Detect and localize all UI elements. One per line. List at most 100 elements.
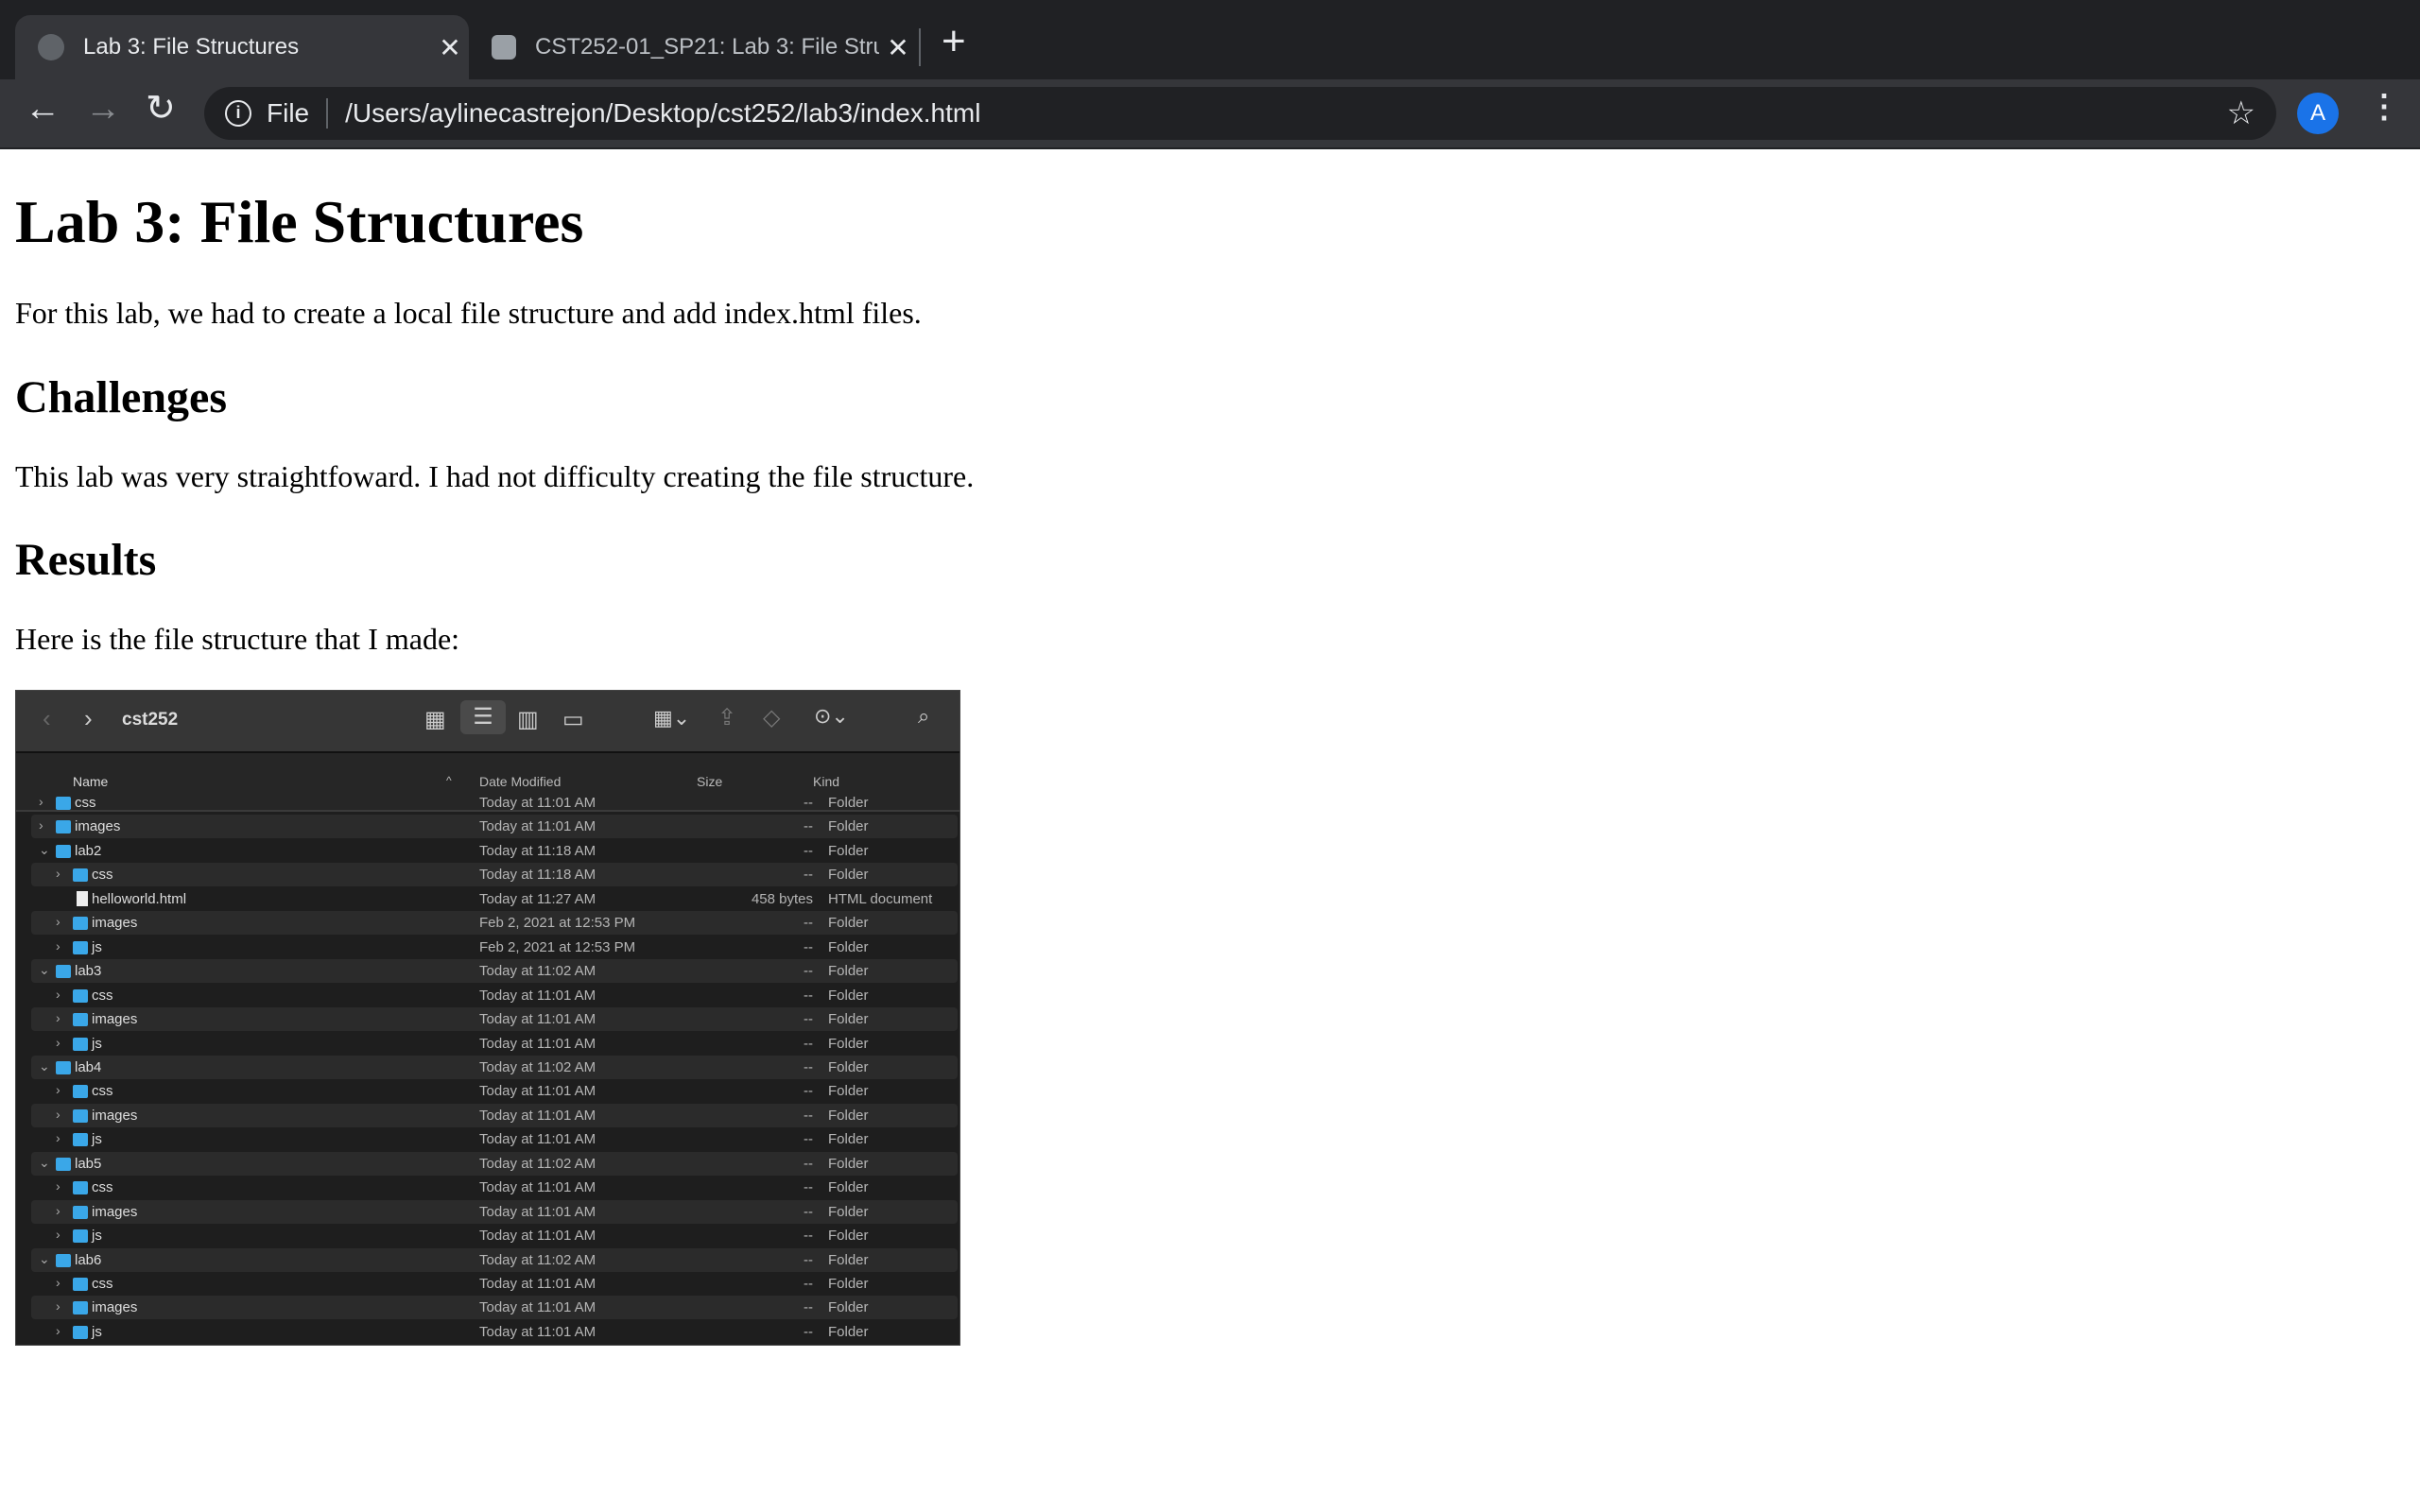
row-size: -- — [804, 867, 813, 884]
row-name: helloworld.html — [92, 890, 187, 907]
row-name: lab5 — [75, 1155, 102, 1172]
chevron-right-icon: › — [39, 817, 43, 833]
icon-view-icon: ▦ — [424, 707, 446, 732]
row-name: images — [75, 818, 121, 835]
tab-cst252[interactable]: CST252-01_SP21: Lab 3: File Structures ✕ — [473, 15, 917, 79]
back-chevron-icon: ‹ — [43, 704, 51, 732]
finder-row: › js Today at 11:01 AM -- Folder — [31, 1224, 958, 1247]
row-size: -- — [804, 1058, 813, 1075]
row-date: Feb 2, 2021 at 12:53 PM — [479, 938, 636, 955]
finder-row: › images Today at 11:01 AM -- Folder — [31, 1007, 958, 1032]
intro-text: For this lab, we had to create a local f… — [15, 296, 922, 330]
row-kind: Folder — [828, 1228, 869, 1245]
info-icon[interactable]: i — [225, 100, 251, 127]
row-date: Today at 11:02 AM — [479, 1155, 596, 1172]
folder-icon — [73, 917, 88, 931]
row-date: Today at 11:01 AM — [479, 1228, 596, 1245]
profile-avatar[interactable]: A — [2297, 93, 2339, 134]
chevron-right-icon: › — [56, 1106, 60, 1122]
row-kind: Folder — [828, 1155, 869, 1172]
close-icon[interactable]: ✕ — [879, 32, 917, 63]
row-kind: Folder — [828, 987, 869, 1004]
folder-icon — [73, 940, 88, 954]
folder-title: cst252 — [122, 710, 179, 730]
url-text[interactable]: /Users/aylinecastrejon/Desktop/cst252/la… — [345, 98, 980, 129]
folder-icon — [73, 1301, 88, 1315]
page-title: Lab 3: File Structures — [15, 188, 584, 255]
back-button[interactable]: ← — [25, 91, 60, 127]
folder-icon — [73, 868, 88, 883]
finder-row: ⌄ lab5 Today at 11:02 AM -- Folder — [31, 1151, 958, 1176]
chevron-down-icon: ⌄ — [39, 1250, 50, 1266]
close-icon[interactable]: ✕ — [431, 32, 469, 63]
row-kind: Folder — [828, 867, 869, 884]
new-tab-button[interactable]: + — [942, 21, 966, 62]
tab-title: Lab 3: File Structures — [83, 34, 300, 60]
row-name: js — [92, 1228, 102, 1245]
folder-icon — [73, 1037, 88, 1051]
folder-icon — [73, 1278, 88, 1291]
tab-bar: Lab 3: File Structures ✕ CST252-01_SP21:… — [0, 0, 2420, 79]
folder-icon — [73, 1085, 88, 1099]
finder-row: › css Today at 11:01 AM -- Folder — [31, 1176, 958, 1199]
forward-button[interactable]: → — [85, 91, 121, 127]
finder-row: › css Today at 11:01 AM -- Folder — [31, 1272, 958, 1296]
folder-icon — [73, 1108, 88, 1123]
row-date: Today at 11:01 AM — [479, 1083, 596, 1100]
row-size: -- — [804, 1155, 813, 1172]
folder-icon — [56, 844, 71, 858]
challenges-text: This lab was very straightfoward. I had … — [15, 459, 975, 493]
tab-lab3[interactable]: Lab 3: File Structures ✕ — [15, 15, 469, 79]
folder-icon — [73, 1013, 88, 1027]
row-date: Feb 2, 2021 at 12:53 PM — [479, 915, 636, 932]
chevron-right-icon: › — [56, 914, 60, 930]
challenges-heading: Challenges — [15, 372, 228, 422]
row-date: Today at 11:01 AM — [479, 795, 596, 811]
column-view-icon: ▥ — [517, 707, 539, 732]
folder-icon — [56, 1157, 71, 1171]
row-kind: Folder — [828, 1011, 869, 1028]
reload-button[interactable]: ↻ — [146, 91, 176, 127]
chevron-down-icon: ⌄ — [39, 841, 50, 857]
chevron-down-icon: ⌄ — [39, 1057, 50, 1074]
bookmark-star-icon[interactable]: ☆ — [2227, 94, 2256, 132]
chevron-right-icon: › — [56, 1227, 60, 1243]
row-kind: Folder — [828, 1276, 869, 1292]
list-view-icon: ☰ — [460, 700, 506, 734]
row-name: css — [92, 987, 113, 1004]
folder-icon — [56, 1060, 71, 1074]
row-date: Today at 11:02 AM — [479, 963, 596, 980]
row-date: Today at 11:01 AM — [479, 1035, 596, 1052]
row-size: -- — [804, 915, 813, 932]
globe-icon — [38, 34, 64, 60]
chevron-right-icon: › — [56, 1298, 60, 1314]
folder-icon — [73, 1229, 88, 1244]
row-date: Today at 11:02 AM — [479, 1251, 596, 1268]
finder-row: ⌄ lab2 Today at 11:18 AM -- Folder — [31, 839, 958, 863]
col-kind: Kind — [813, 774, 840, 789]
row-kind: Folder — [828, 1058, 869, 1075]
row-date: Today at 11:01 AM — [479, 1203, 596, 1220]
row-size: -- — [804, 987, 813, 1004]
row-size: -- — [804, 795, 813, 811]
row-kind: Folder — [828, 1251, 869, 1268]
chevron-right-icon: › — [56, 937, 60, 954]
row-name: css — [92, 1276, 113, 1292]
tab-divider — [919, 28, 921, 66]
row-kind: Folder — [828, 963, 869, 980]
finder-row: › css Today at 11:01 AM -- Folder — [31, 1079, 958, 1103]
row-date: Today at 11:27 AM — [479, 890, 596, 907]
folder-icon — [73, 988, 88, 1003]
row-size: -- — [804, 1131, 813, 1148]
more-menu-icon[interactable]: ⋮ — [2368, 91, 2400, 123]
forward-chevron-icon: › — [84, 704, 93, 732]
chevron-right-icon: › — [56, 1178, 60, 1194]
row-kind: HTML document — [828, 890, 933, 907]
file-icon — [77, 890, 88, 906]
row-kind: Folder — [828, 842, 869, 859]
row-kind: Folder — [828, 915, 869, 932]
address-bar[interactable]: i File /Users/aylinecastrejon/Desktop/cs… — [204, 87, 2276, 140]
chevron-right-icon: › — [56, 1130, 60, 1146]
finder-screenshot: ‹ › cst252 ▦ ☰ ▥ ▭ ▦⌄ ⇪ ◇ ⊙⌄ ⌕ Name ^ Da… — [15, 690, 960, 1346]
row-date: Today at 11:01 AM — [479, 818, 596, 835]
